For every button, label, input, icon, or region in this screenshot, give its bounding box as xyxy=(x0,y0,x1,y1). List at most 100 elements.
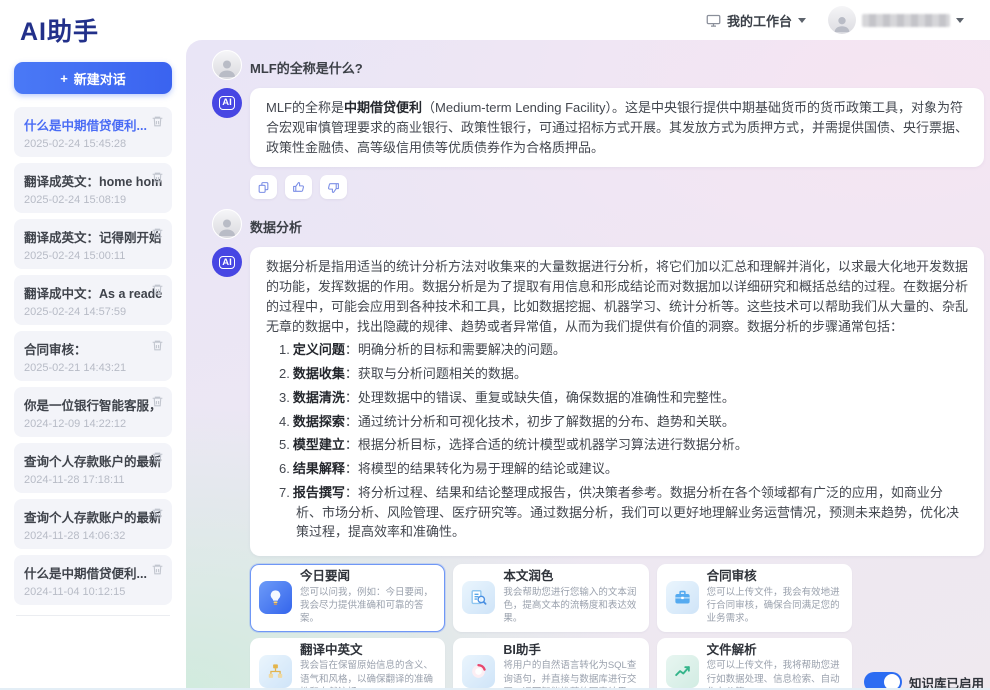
feature-cards-section: 今日要闻您可以问我，例如：今日要闻，我会尽力提供准确和可靠的答案。 本文润色我会… xyxy=(250,564,984,688)
trash-icon[interactable] xyxy=(151,115,164,128)
conversation-time: 2025-02-24 15:45:28 xyxy=(24,138,162,150)
knowledge-toggle-label: 知识库已启用 xyxy=(909,673,984,688)
workspace-menu[interactable]: 我的工作台 xyxy=(706,11,806,30)
user-message-row: MLF的全称是什么? xyxy=(212,50,984,80)
plus-icon: + xyxy=(60,71,68,86)
chevron-down-icon xyxy=(798,18,806,23)
thumbs-up-button[interactable] xyxy=(285,175,312,199)
card-desc: 您可以问我，例如：今日要闻，我会尽力提供准确和可靠的答案。 xyxy=(300,586,436,626)
conversation-title: 翻译成中文：As a reader... xyxy=(24,283,162,302)
lightbulb-icon xyxy=(259,581,292,614)
ai-message-card: MLF的全称是中期借贷便利（Medium-term Lending Facili… xyxy=(250,88,984,167)
conversation-title: 查询个人存款账户的最新... xyxy=(24,451,162,470)
thumbs-down-button[interactable] xyxy=(320,175,347,199)
answer-text-prefix: MLF的全称是 xyxy=(266,100,344,115)
user-message-text: 数据分析 xyxy=(250,209,302,236)
user-menu[interactable] xyxy=(828,6,964,34)
ai-avatar-label: AI xyxy=(219,256,236,270)
conversation-item[interactable]: 合同审核： 2025-02-21 14:43:21 xyxy=(14,331,172,381)
card-title: 翻译中英文 xyxy=(300,644,436,658)
card-title: 合同审核 xyxy=(707,570,843,584)
trash-icon[interactable] xyxy=(151,451,164,464)
conversation-item[interactable]: 你是一位银行智能客服，... 2024-12-09 14:22:12 xyxy=(14,387,172,437)
answer-intro: 数据分析是指用适当的统计分析方法对收集来的大量数据进行分析，将它们加以汇总和理解… xyxy=(266,259,968,333)
conversation-time: 2025-02-24 15:08:19 xyxy=(24,194,162,206)
card-title: 今日要闻 xyxy=(300,570,436,584)
conversation-title: 什么是中期借贷便利... xyxy=(24,115,162,134)
user-message-text: MLF的全称是什么? xyxy=(250,50,363,77)
doc-magnifier-icon xyxy=(462,581,495,614)
conversation-item[interactable]: 什么是中期借贷便利... 2024-11-04 10:12:15 xyxy=(14,555,172,605)
ai-avatar: AI xyxy=(212,88,242,118)
conversation-title: 翻译成英文：记得刚开始... xyxy=(24,227,162,246)
conversation-item[interactable]: 翻译成中文：As a reader... 2025-02-24 14:57:59 xyxy=(14,275,172,325)
card-title: 文件解析 xyxy=(707,644,843,658)
trash-icon[interactable] xyxy=(151,507,164,520)
card-translate[interactable]: 翻译中英文我会旨在保留原始信息的含义、语气和风格，以确保翻译的准确性和自然流畅。 xyxy=(250,638,445,688)
card-desc: 您可以上传文件，我会有效地进行合同审核，确保合同满足您的业务需求。 xyxy=(707,586,843,626)
conversation-item[interactable]: 翻译成英文：记得刚开始... 2025-02-24 15:00:11 xyxy=(14,219,172,269)
conversation-time: 2024-11-04 10:12:15 xyxy=(24,586,162,598)
card-title: 本文润色 xyxy=(503,570,639,584)
card-text-polish[interactable]: 本文润色我会帮助您进行您输入的文本润色，提高文本的流畅度和表达效果。 xyxy=(453,564,648,632)
user-avatar xyxy=(212,50,242,80)
card-file-parse[interactable]: 文件解析您可以上传文件，我将帮助您进行如数据处理、信息检索、自动化办公等。 xyxy=(657,638,852,688)
sidebar: AI助手 + 新建对话 什么是中期借贷便利... 2025-02-24 15:4… xyxy=(0,0,186,688)
conversation-title: 翻译成英文：home home xyxy=(24,171,162,190)
conversation-time: 2024-11-28 14:06:32 xyxy=(24,530,162,542)
ai-message-row: AI 数据分析是指用适当的统计分析方法对收集来的大量数据进行分析，将它们加以汇总… xyxy=(212,247,984,556)
trash-icon[interactable] xyxy=(151,339,164,352)
user-message-row: 数据分析 xyxy=(212,209,984,239)
trash-icon[interactable] xyxy=(151,395,164,408)
conversation-time: 2025-02-24 14:57:59 xyxy=(24,306,162,318)
step-item: 4.数据探索：通过统计分析和可视化技术，初步了解数据的分布、趋势和关联。 xyxy=(266,412,968,432)
topbar: 我的工作台 xyxy=(186,0,990,40)
conversation-title: 查询个人存款账户的最新... xyxy=(24,507,162,526)
trash-icon[interactable] xyxy=(151,283,164,296)
conversation-title: 合同审核： xyxy=(24,339,162,358)
monitor-icon xyxy=(706,13,721,28)
conversation-title: 你是一位银行智能客服，... xyxy=(24,395,162,414)
conversation-item[interactable]: 查询个人存款账户的最新... 2024-11-28 17:18:11 xyxy=(14,443,172,493)
card-daily-news[interactable]: 今日要闻您可以问我，例如：今日要闻，我会尽力提供准确和可靠的答案。 xyxy=(250,564,445,632)
knowledge-toggle[interactable] xyxy=(864,672,902,688)
trash-icon[interactable] xyxy=(151,171,164,184)
briefcase-icon xyxy=(666,581,699,614)
ai-message-card: 数据分析是指用适当的统计分析方法对收集来的大量数据进行分析，将它们加以汇总和理解… xyxy=(250,247,984,556)
message-actions xyxy=(250,175,990,199)
conversation-time: 2025-02-24 15:00:11 xyxy=(24,250,162,262)
ai-avatar: AI xyxy=(212,247,242,277)
answer-text-bold: 中期借贷便利 xyxy=(344,100,422,115)
conversation-time: 2024-12-09 14:22:12 xyxy=(24,418,162,430)
app-logo: AI助手 xyxy=(20,12,168,48)
conversation-item[interactable]: 查询个人存款账户的最新... 2024-11-28 14:06:32 xyxy=(14,499,172,549)
trend-up-icon xyxy=(666,655,699,688)
new-chat-button[interactable]: + 新建对话 xyxy=(14,62,172,94)
step-item: 6.结果解释：将模型的结果转化为易于理解的结论或建议。 xyxy=(266,459,968,479)
ai-avatar-label: AI xyxy=(219,96,236,110)
steps-list: 1.定义问题：明确分析的目标和需要解决的问题。 2.数据收集：获取与分析问题相关… xyxy=(266,340,968,542)
conversation-time: 2025-02-21 14:43:21 xyxy=(24,362,162,374)
trash-icon[interactable] xyxy=(151,227,164,240)
username-redacted xyxy=(862,14,950,27)
copy-button[interactable] xyxy=(250,175,277,199)
card-contract-review[interactable]: 合同审核您可以上传文件，我会有效地进行合同审核，确保合同满足您的业务需求。 xyxy=(657,564,852,632)
step-item: 5.模型建立：根据分析目标，选择合适的统计模型或机器学习算法进行数据分析。 xyxy=(266,435,968,455)
card-bi-assistant[interactable]: BI助手将用户的自然语言转化为SQL查询语句，并直接与数据库进行交互，返回智能推… xyxy=(453,638,648,688)
knowledge-toggle-group: 知识库已启用 xyxy=(864,672,984,688)
chevron-down-icon xyxy=(956,18,964,23)
step-item: 2.数据收集：获取与分析问题相关的数据。 xyxy=(266,364,968,384)
step-item: 3.数据清洗：处理数据中的错误、重复或缺失值，确保数据的准确性和完整性。 xyxy=(266,388,968,408)
conversation-item[interactable]: 什么是中期借贷便利... 2025-02-24 15:45:28 xyxy=(14,107,172,157)
conversation-item[interactable]: 翻译成英文：home home 2025-02-24 15:08:19 xyxy=(14,163,172,213)
card-desc: 您可以上传文件，我将帮助您进行如数据处理、信息检索、自动化办公等。 xyxy=(707,659,843,688)
app-root: AI助手 + 新建对话 什么是中期借贷便利... 2025-02-24 15:4… xyxy=(0,0,990,690)
sitemap-icon xyxy=(259,655,292,688)
card-desc: 我会帮助您进行您输入的文本润色，提高文本的流畅度和表达效果。 xyxy=(503,586,639,626)
card-title: BI助手 xyxy=(503,644,639,658)
card-desc: 我会旨在保留原始信息的含义、语气和风格，以确保翻译的准确性和自然流畅。 xyxy=(300,659,436,688)
chat-panel: MLF的全称是什么? AI MLF的全称是中期借贷便利（Medium-term … xyxy=(186,40,990,688)
trash-icon[interactable] xyxy=(151,563,164,576)
new-chat-label: 新建对话 xyxy=(74,69,126,88)
conversation-title: 什么是中期借贷便利... xyxy=(24,563,162,582)
